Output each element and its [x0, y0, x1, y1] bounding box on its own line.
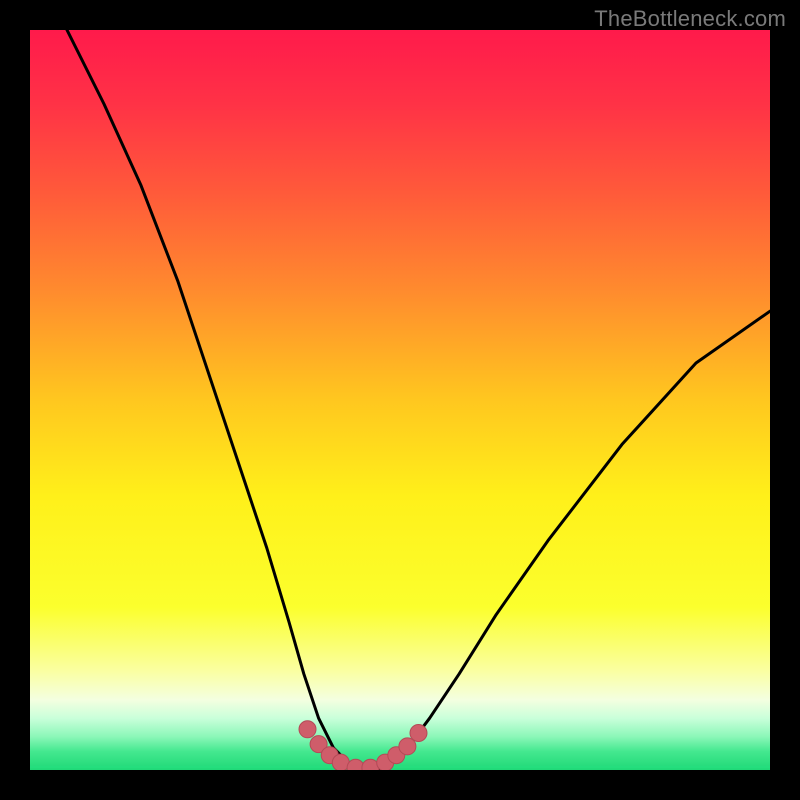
optimal-dot [299, 721, 316, 738]
optimal-dot [410, 725, 427, 742]
bottleneck-chart-svg [30, 30, 770, 770]
chart-frame: TheBottleneck.com [0, 0, 800, 800]
gradient-background [30, 30, 770, 770]
watermark-text: TheBottleneck.com [594, 6, 786, 32]
plot-area [30, 30, 770, 770]
